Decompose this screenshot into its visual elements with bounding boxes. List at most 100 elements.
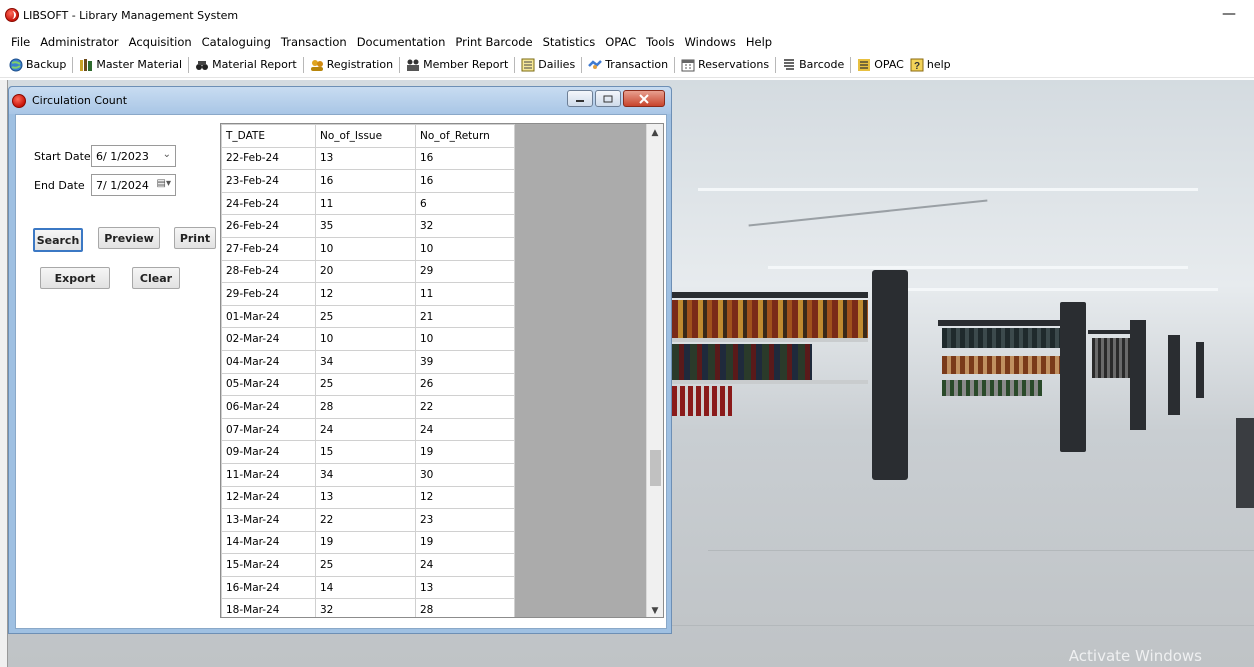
cell-no-of-return[interactable]: 23 <box>415 508 515 532</box>
cell-no-of-return[interactable]: 13 <box>415 575 515 600</box>
cell-no-of-return[interactable]: 10 <box>415 236 515 261</box>
menu-acquisition[interactable]: Acquisition <box>124 35 197 49</box>
menu-transaction[interactable]: Transaction <box>276 35 352 49</box>
window-titlebar[interactable]: Circulation Count <box>9 87 671 114</box>
grid-vertical-scrollbar[interactable]: ▲ ▼ <box>646 124 663 617</box>
cell-t-date[interactable]: 13-Mar-24 <box>221 508 316 532</box>
scroll-down-icon[interactable]: ▼ <box>647 602 663 617</box>
cell-no-of-issue[interactable]: 28 <box>315 395 416 419</box>
window-minimize-button[interactable] <box>567 90 593 107</box>
scroll-up-icon[interactable]: ▲ <box>647 124 663 141</box>
menu-documentation[interactable]: Documentation <box>352 35 451 49</box>
cell-no-of-issue[interactable]: 24 <box>315 417 416 442</box>
cell-no-of-return[interactable]: 29 <box>415 259 515 284</box>
end-date-picker[interactable]: 7/ 1/2024 ▤▾ <box>91 174 176 196</box>
menu-opac[interactable]: OPAC <box>600 35 641 49</box>
scroll-thumb[interactable] <box>650 450 661 486</box>
table-row[interactable]: 14-Mar-24 19 19 <box>221 530 515 555</box>
cell-t-date[interactable]: 22-Feb-24 <box>221 146 316 171</box>
cell-no-of-return[interactable]: 24 <box>415 417 515 442</box>
toolbar-transaction-button[interactable]: Transaction <box>585 58 671 72</box>
table-row[interactable]: 07-Mar-24 24 24 <box>221 417 515 442</box>
export-button[interactable]: Export <box>40 267 110 289</box>
column-header-no-of-issue[interactable]: No_of_Issue <box>315 124 416 148</box>
table-row[interactable]: 01-Mar-24 25 21 <box>221 304 515 329</box>
cell-t-date[interactable]: 05-Mar-24 <box>221 372 316 397</box>
table-row[interactable]: 26-Feb-24 35 32 <box>221 214 515 238</box>
cell-no-of-issue[interactable]: 32 <box>315 598 416 617</box>
cell-no-of-issue[interactable]: 22 <box>315 508 416 532</box>
cell-t-date[interactable]: 01-Mar-24 <box>221 304 316 329</box>
cell-no-of-issue[interactable]: 14 <box>315 575 416 600</box>
cell-t-date[interactable]: 06-Mar-24 <box>221 395 316 419</box>
cell-t-date[interactable]: 15-Mar-24 <box>221 553 316 577</box>
table-row[interactable]: 02-Mar-24 10 10 <box>221 327 515 351</box>
cell-no-of-return[interactable]: 10 <box>415 327 515 351</box>
toolbar-opac-button[interactable]: OPAC <box>854 58 907 72</box>
cell-t-date[interactable]: 02-Mar-24 <box>221 327 316 351</box>
cell-no-of-issue[interactable]: 25 <box>315 372 416 397</box>
table-row[interactable]: 15-Mar-24 25 24 <box>221 553 515 577</box>
table-row[interactable]: 05-Mar-24 25 26 <box>221 372 515 397</box>
cell-no-of-return[interactable]: 28 <box>415 598 515 617</box>
minimize-button[interactable]: — <box>1222 6 1236 22</box>
toolbar-material-report-button[interactable]: Material Report <box>192 58 300 72</box>
cell-no-of-issue[interactable]: 25 <box>315 304 416 329</box>
cell-t-date[interactable]: 26-Feb-24 <box>221 214 316 238</box>
menu-windows[interactable]: Windows <box>680 35 741 49</box>
cell-no-of-issue[interactable]: 10 <box>315 327 416 351</box>
table-row[interactable]: 06-Mar-24 28 22 <box>221 395 515 419</box>
toolbar-help-button[interactable]: ? help <box>907 58 954 72</box>
preview-button[interactable]: Preview <box>98 227 160 249</box>
cell-no-of-issue[interactable]: 20 <box>315 259 416 284</box>
cell-t-date[interactable]: 28-Feb-24 <box>221 259 316 284</box>
cell-no-of-issue[interactable]: 13 <box>315 146 416 171</box>
cell-no-of-issue[interactable]: 16 <box>315 169 416 193</box>
table-row[interactable]: 12-Mar-24 13 12 <box>221 485 515 510</box>
toolbar-member-report-button[interactable]: Member Report <box>403 58 511 72</box>
calendar-dropdown-icon[interactable]: ▤▾ <box>157 178 171 189</box>
cell-no-of-issue[interactable]: 34 <box>315 462 416 487</box>
window-restore-button[interactable] <box>595 90 621 107</box>
circulation-data-grid[interactable]: T_DATE No_of_Issue No_of_Return 22-Feb-2… <box>220 123 664 618</box>
table-row[interactable]: 24-Feb-24 11 6 <box>221 191 515 216</box>
cell-no-of-issue[interactable]: 34 <box>315 349 416 374</box>
chevron-down-icon[interactable]: ⌄ <box>163 149 171 160</box>
clear-button[interactable]: Clear <box>132 267 180 289</box>
cell-no-of-return[interactable]: 19 <box>415 530 515 555</box>
cell-t-date[interactable]: 16-Mar-24 <box>221 575 316 600</box>
table-row[interactable]: 27-Feb-24 10 10 <box>221 236 515 261</box>
column-header-t-date[interactable]: T_DATE <box>221 124 316 148</box>
column-header-no-of-return[interactable]: No_of_Return <box>415 124 515 148</box>
cell-no-of-return[interactable]: 30 <box>415 462 515 487</box>
toolbar-master-material-button[interactable]: Master Material <box>76 58 185 72</box>
cell-no-of-return[interactable]: 6 <box>415 191 515 216</box>
table-row[interactable]: 22-Feb-24 13 16 <box>221 146 515 171</box>
cell-no-of-issue[interactable]: 12 <box>315 282 416 306</box>
menu-file[interactable]: File <box>6 35 35 49</box>
toolbar-dailies-button[interactable]: Dailies <box>518 58 578 72</box>
table-row[interactable]: 16-Mar-24 14 13 <box>221 575 515 600</box>
cell-no-of-return[interactable]: 16 <box>415 146 515 171</box>
cell-t-date[interactable]: 09-Mar-24 <box>221 440 316 464</box>
cell-t-date[interactable]: 23-Feb-24 <box>221 169 316 193</box>
start-date-picker[interactable]: 6/ 1/2023 ⌄ <box>91 145 176 167</box>
cell-no-of-return[interactable]: 39 <box>415 349 515 374</box>
menu-tools[interactable]: Tools <box>641 35 679 49</box>
cell-no-of-issue[interactable]: 19 <box>315 530 416 555</box>
toolbar-registration-button[interactable]: Registration <box>307 58 396 72</box>
cell-no-of-issue[interactable]: 13 <box>315 485 416 510</box>
cell-no-of-return[interactable]: 24 <box>415 553 515 577</box>
cell-no-of-return[interactable]: 19 <box>415 440 515 464</box>
table-row[interactable]: 18-Mar-24 32 28 <box>221 598 515 617</box>
cell-no-of-return[interactable]: 32 <box>415 214 515 238</box>
cell-t-date[interactable]: 29-Feb-24 <box>221 282 316 306</box>
menu-administrator[interactable]: Administrator <box>35 35 123 49</box>
table-row[interactable]: 11-Mar-24 34 30 <box>221 462 515 487</box>
cell-no-of-issue[interactable]: 15 <box>315 440 416 464</box>
table-row[interactable]: 29-Feb-24 12 11 <box>221 282 515 306</box>
cell-t-date[interactable]: 14-Mar-24 <box>221 530 316 555</box>
cell-t-date[interactable]: 27-Feb-24 <box>221 236 316 261</box>
window-close-button[interactable] <box>623 90 665 107</box>
search-button[interactable]: Search <box>33 228 83 252</box>
